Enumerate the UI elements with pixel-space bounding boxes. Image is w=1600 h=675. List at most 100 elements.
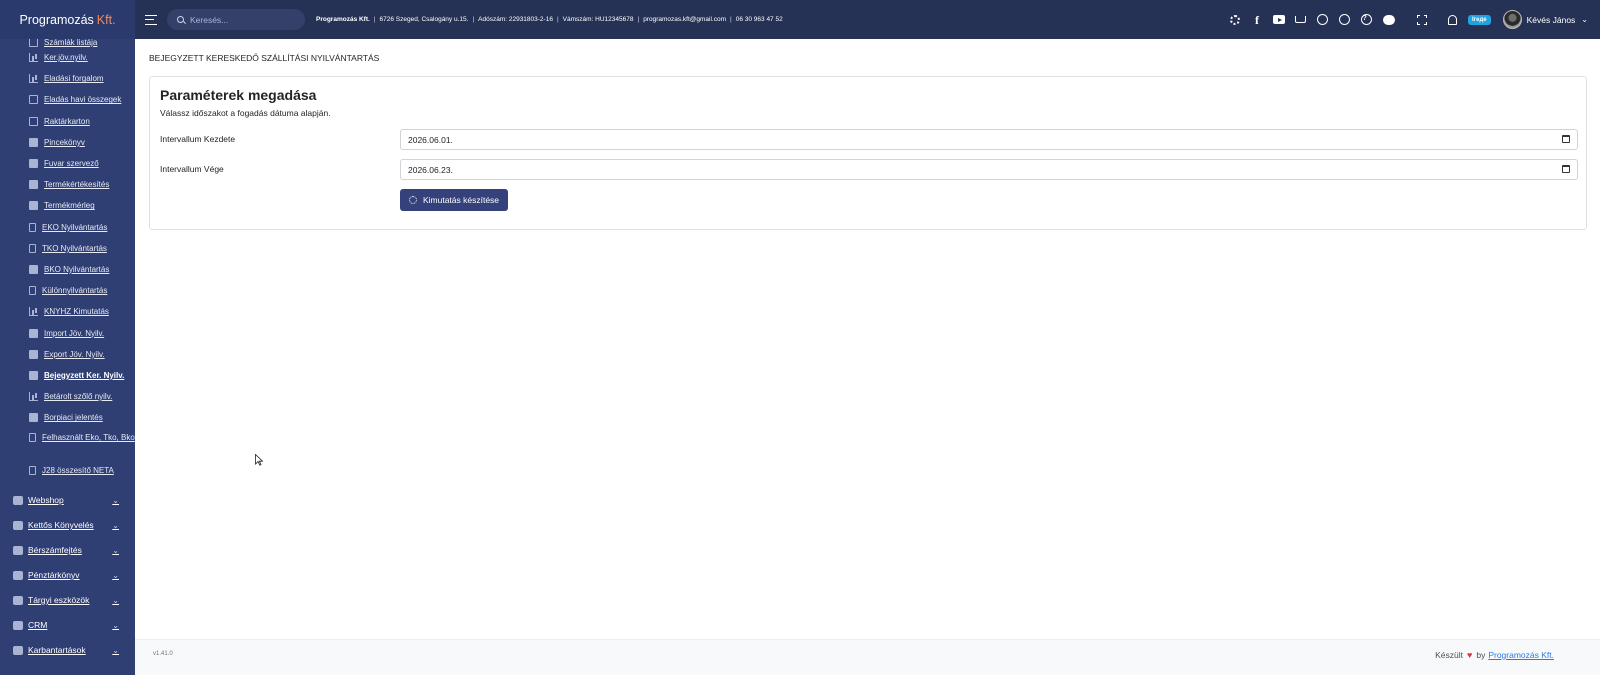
parameters-card: Paraméterek megadása Válassz időszakot a… — [149, 76, 1587, 230]
sidebar-item[interactable]: Export Jöv. Nyilv. — [0, 344, 135, 365]
topbar: Programozás Kft.|6726 Szeged, Csalogány … — [135, 0, 1600, 39]
headset-icon — [1317, 14, 1329, 25]
sidebar-item[interactable]: Termékmérleg — [0, 195, 135, 216]
company-address: 6726 Szeged, Csalogány u.15. — [379, 16, 469, 23]
youtube-button[interactable] — [1272, 14, 1285, 26]
brand-logo[interactable]: Programozás Kft. — [0, 0, 135, 39]
status-badge[interactable]: Ігеде — [1467, 14, 1491, 25]
expand-icon — [1416, 14, 1427, 25]
sidebar-item-label: Különnyilvántartás — [42, 286, 108, 296]
company-info: Programozás Kft. | 6726 Szeged, Csalogány … — [316, 16, 783, 23]
sidebar-item[interactable]: TKO Nyilvántartás — [0, 238, 135, 259]
sidebar-section[interactable]: Kettős Könyvelés ⌄ — [0, 513, 135, 538]
sidebar-section[interactable]: Karbantartások ⌄ — [0, 638, 135, 663]
support-button[interactable] — [1317, 14, 1329, 26]
sidebar-item-label: J28 összesítő NETA — [42, 466, 114, 476]
sidebar-item[interactable]: BKO Nyilvántartás — [0, 259, 135, 280]
footer: v1.41.0 Készült ♥ by Programozás Kft. — [135, 639, 1600, 675]
sidebar-item[interactable]: Betárolt szőlő nyilv. — [0, 386, 135, 407]
history-icon — [1339, 14, 1351, 25]
sidebar: Programozás Kft. Számlák listája Ker.jöv… — [0, 0, 135, 675]
sidebar-item[interactable]: Fuvar szervező — [0, 153, 135, 174]
topbar-actions: f ? Ігеде Kévés János ⌄ — [1224, 10, 1600, 29]
sidebar-item-label: BKO Nyilvántartás — [44, 264, 110, 274]
notifications-button[interactable] — [1447, 14, 1459, 26]
ledger-icon — [13, 520, 23, 530]
end-date-value: 2026.06.23. — [408, 164, 453, 175]
sidebar-item-label: Termékértékesítés — [44, 180, 110, 190]
chevron-down-icon: ⌄ — [112, 570, 119, 580]
brand-name: Programozás — [19, 12, 94, 27]
book-icon — [29, 264, 38, 274]
sidebar-item[interactable]: Pincekönyv — [0, 132, 135, 153]
youtube-icon — [1272, 15, 1285, 24]
chat-button[interactable] — [1382, 14, 1395, 26]
sidebar-item-label: Export Jöv. Nyilv. — [44, 349, 105, 359]
chevron-down-icon[interactable]: ⌄ — [1581, 15, 1588, 24]
sidebar-section-label: Kettős Könyvelés — [28, 520, 94, 531]
calendar-icon — [29, 95, 38, 105]
sidebar-item[interactable]: Különnyilvántartás — [0, 280, 135, 301]
sidebar-item[interactable]: Borpiaci jelentés — [0, 407, 135, 428]
sidebar-section[interactable]: Bérszámfejtés ⌄ — [0, 538, 135, 563]
calendar-icon[interactable] — [1562, 135, 1570, 143]
bell-icon — [1448, 14, 1458, 25]
facebook-icon[interactable]: f — [1251, 14, 1263, 26]
sidebar-item-label: EKO Nyilvántartás — [42, 222, 108, 232]
end-date-label: Intervallum Vége — [160, 164, 224, 174]
bar-chart-icon — [29, 74, 38, 84]
generate-report-label: Kimutatás készítése — [422, 195, 500, 205]
sidebar-section[interactable]: CRM ⌄ — [0, 613, 135, 638]
sidebar-item-label: Eladási forgalom — [44, 74, 104, 84]
calendar-icon[interactable] — [1562, 165, 1570, 173]
chevron-down-icon: ⌄ — [112, 595, 119, 605]
sidebar-section-label: Tárgyi eszközök — [28, 595, 90, 606]
cart-button[interactable] — [1295, 14, 1307, 26]
document-icon — [29, 286, 36, 296]
sidebar-item[interactable]: Eladási forgalom — [0, 68, 135, 89]
sidebar-item-label: Import Jöv. Nyilv. — [44, 328, 105, 338]
line-chart-icon — [29, 307, 38, 317]
sidebar-section-label: CRM — [28, 620, 48, 631]
sidebar-section[interactable]: Pénztárkönyv ⌄ — [0, 563, 135, 588]
settings-button[interactable] — [1229, 14, 1241, 26]
sidebar-section[interactable]: Tárgyi eszközök ⌄ — [0, 588, 135, 613]
user-name[interactable]: Kévés János — [1527, 15, 1576, 25]
footer-company-link[interactable]: Programozás Kft. — [1488, 650, 1554, 660]
avatar[interactable] — [1502, 10, 1522, 29]
help-button[interactable]: ? — [1361, 14, 1373, 26]
sidebar-item[interactable]: EKO Nyilvántartás — [0, 217, 135, 238]
sidebar-item-label: Raktárkarton — [44, 116, 90, 126]
end-date-input[interactable]: 2026.06.23. — [400, 159, 1578, 180]
sidebar-item[interactable]: J28 összesítő NETA — [0, 460, 135, 481]
sidebar-item[interactable]: Felhasznált Eko, Tko, Bko — [0, 428, 135, 460]
start-date-input[interactable]: 2026.06.01. — [400, 129, 1578, 150]
user-icon — [13, 545, 23, 555]
fullscreen-button[interactable] — [1416, 14, 1428, 26]
sidebar-item-label: Számlák listája — [44, 39, 98, 47]
sidebar-item-label: Fuvar szervező — [44, 159, 99, 169]
sidebar-item[interactable]: Eladás havi összegek — [0, 89, 135, 110]
sidebar-item[interactable]: Import Jöv. Nyilv. — [0, 322, 135, 343]
document-icon — [29, 466, 36, 476]
heart-icon: ♥ — [1467, 650, 1473, 660]
pie-chart-icon — [29, 413, 38, 423]
menu-toggle-icon[interactable] — [145, 14, 157, 25]
brand-suffix: Kft. — [96, 12, 116, 27]
sidebar-item[interactable]: Ker.jöv.nyilv. — [0, 47, 135, 68]
chevron-down-icon: ⌄ — [112, 545, 119, 555]
search-input[interactable] — [190, 14, 300, 25]
document-icon — [29, 433, 36, 443]
sidebar-item[interactable]: Termékértékesítés — [0, 174, 135, 195]
start-date-label: Intervallum Kezdete — [160, 134, 236, 144]
sidebar-item[interactable]: KNYHZ Kimutatás — [0, 301, 135, 322]
company-name: Programozás Kft. — [316, 16, 370, 23]
sidebar-item[interactable]: Bejegyzett Ker. Nyilv. — [0, 365, 135, 386]
sidebar-item-cut[interactable]: Számlák listája — [0, 39, 135, 47]
sidebar-section[interactable]: Webshop ⌄ — [0, 488, 135, 513]
history-button[interactable] — [1339, 14, 1351, 26]
sidebar-item[interactable]: Raktárkarton — [0, 111, 135, 132]
ship-icon — [29, 328, 38, 338]
search-box[interactable] — [167, 9, 305, 30]
generate-report-button[interactable]: Kimutatás készítése — [400, 189, 508, 211]
